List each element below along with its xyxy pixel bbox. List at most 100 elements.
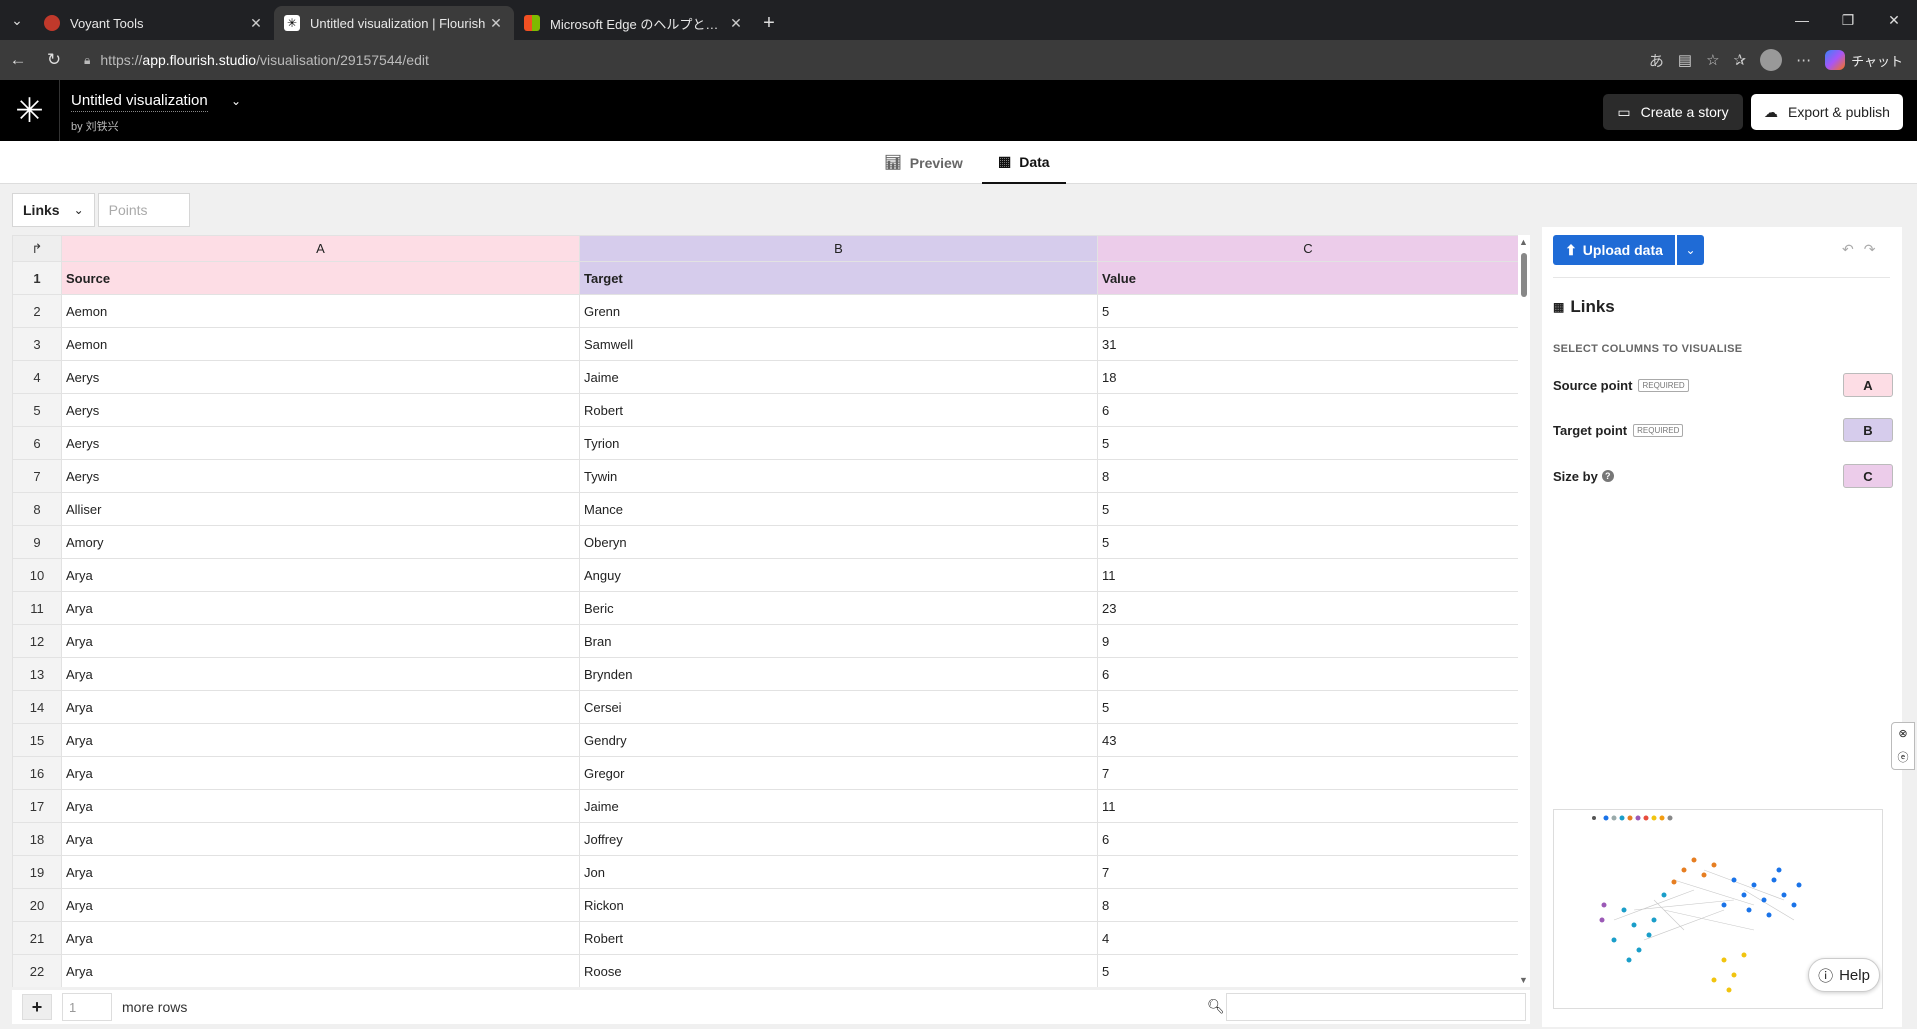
cell-source[interactable]: Source xyxy=(61,261,580,295)
grid-scrollbar[interactable]: ▲ ▼ xyxy=(1518,235,1530,987)
restore-icon[interactable]: ❐ xyxy=(1825,0,1871,40)
close-tab-icon[interactable]: ✕ xyxy=(728,15,744,32)
cell-target[interactable]: Cersei xyxy=(579,690,1098,724)
tab-preview[interactable]: 📊︎ Preview xyxy=(884,141,963,184)
help-button[interactable]: ⓘ Help xyxy=(1808,958,1880,992)
close-tab-icon[interactable]: ✕ xyxy=(248,15,264,32)
scroll-down-icon[interactable]: ▼ xyxy=(1519,975,1528,985)
upload-options-chevron-icon[interactable]: ⌄ xyxy=(1677,235,1704,265)
cell-value[interactable]: 9 xyxy=(1097,624,1519,658)
cell-source[interactable]: Aerys xyxy=(61,393,580,427)
cell-target[interactable]: Target xyxy=(579,261,1098,295)
row-number[interactable]: 9 xyxy=(12,525,62,559)
close-tab-icon[interactable]: ✕ xyxy=(488,15,504,32)
browser-tab-flourish[interactable]: ✳ Untitled visualization | Flourish ✕ xyxy=(274,6,514,40)
browser-tab-voyant[interactable]: Voyant Tools ✕ xyxy=(34,6,274,40)
sheet-tab-points[interactable]: Points xyxy=(97,193,190,227)
row-number[interactable]: 10 xyxy=(12,558,62,592)
refresh-icon[interactable]: ↻ xyxy=(36,40,72,80)
cell-target[interactable]: Samwell xyxy=(579,327,1098,361)
row-number[interactable]: 20 xyxy=(12,888,62,922)
cell-value[interactable]: 6 xyxy=(1097,393,1519,427)
row-number[interactable]: 14 xyxy=(12,690,62,724)
scroll-up-icon[interactable]: ▲ xyxy=(1519,237,1528,247)
cell-source[interactable]: Arya xyxy=(61,888,580,922)
export-publish-button[interactable]: ☁ Export & publish xyxy=(1751,94,1903,130)
cell-target[interactable]: Jon xyxy=(579,855,1098,889)
close-sidebar-icon[interactable]: ⊗ xyxy=(1898,727,1907,740)
redo-icon[interactable]: ↷ xyxy=(1864,241,1876,258)
row-number[interactable]: 16 xyxy=(12,756,62,790)
sidebar-e-icon[interactable]: ⓔ xyxy=(1898,749,1909,765)
cell-target[interactable]: Robert xyxy=(579,921,1098,955)
close-window-icon[interactable]: ✕ xyxy=(1871,0,1917,40)
row-number[interactable]: 17 xyxy=(12,789,62,823)
row-number[interactable]: 1 xyxy=(12,261,62,295)
visualization-title[interactable]: Untitled visualization xyxy=(71,92,208,112)
edge-sidebar-toggle[interactable]: ⊗ ⓔ xyxy=(1891,722,1915,770)
row-number[interactable]: 8 xyxy=(12,492,62,526)
back-arrow-icon[interactable]: ← xyxy=(0,40,36,80)
add-rows-button[interactable]: + xyxy=(22,994,52,1020)
cell-target[interactable]: Brynden xyxy=(579,657,1098,691)
cell-value[interactable]: 8 xyxy=(1097,459,1519,493)
row-number[interactable]: 15 xyxy=(12,723,62,757)
cell-value[interactable]: 23 xyxy=(1097,591,1519,625)
cell-source[interactable]: Arya xyxy=(61,789,580,823)
cell-value[interactable]: 31 xyxy=(1097,327,1519,361)
column-header-a[interactable]: A xyxy=(61,235,580,262)
cell-target[interactable]: Bran xyxy=(579,624,1098,658)
cell-value[interactable]: 6 xyxy=(1097,657,1519,691)
cell-value[interactable]: 11 xyxy=(1097,789,1519,823)
cell-source[interactable]: Arya xyxy=(61,657,580,691)
cell-value[interactable]: 5 xyxy=(1097,525,1519,559)
cell-value[interactable]: 5 xyxy=(1097,426,1519,460)
cell-value[interactable]: Value xyxy=(1097,261,1519,295)
undo-icon[interactable]: ↶ xyxy=(1842,241,1854,258)
cell-source[interactable]: Aerys xyxy=(61,459,580,493)
new-tab-plus-icon[interactable]: + xyxy=(754,6,784,40)
profile-avatar-icon[interactable] xyxy=(1760,49,1783,71)
cell-value[interactable]: 7 xyxy=(1097,756,1519,790)
reading-view-icon[interactable]: ▤ xyxy=(1678,51,1692,69)
cell-source[interactable]: Aemon xyxy=(61,327,580,361)
title-chevron-down-icon[interactable]: ⌄ xyxy=(231,94,241,108)
cell-value[interactable]: 5 xyxy=(1097,954,1519,987)
grid-corner-icon[interactable]: ↱ xyxy=(12,235,62,262)
column-header-b[interactable]: B xyxy=(579,235,1098,262)
cell-target[interactable]: Roose xyxy=(579,954,1098,987)
cell-source[interactable]: Amory xyxy=(61,525,580,559)
row-number[interactable]: 21 xyxy=(12,921,62,955)
row-number[interactable]: 7 xyxy=(12,459,62,493)
cell-target[interactable]: Joffrey xyxy=(579,822,1098,856)
row-number[interactable]: 22 xyxy=(12,954,62,987)
cell-target[interactable]: Rickon xyxy=(579,888,1098,922)
row-number[interactable]: 19 xyxy=(12,855,62,889)
cell-target[interactable]: Jaime xyxy=(579,360,1098,394)
row-number[interactable]: 18 xyxy=(12,822,62,856)
cell-target[interactable]: Robert xyxy=(579,393,1098,427)
cell-target[interactable]: Oberyn xyxy=(579,525,1098,559)
search-input[interactable] xyxy=(1226,993,1526,1021)
favorites-list-icon[interactable]: ✰ xyxy=(1734,51,1747,69)
cell-source[interactable]: Arya xyxy=(61,591,580,625)
cell-target[interactable]: Tyrion xyxy=(579,426,1098,460)
minimize-icon[interactable]: — xyxy=(1779,0,1825,40)
cell-source[interactable]: Arya xyxy=(61,756,580,790)
row-count-input[interactable]: 1 xyxy=(62,993,112,1021)
row-number[interactable]: 3 xyxy=(12,327,62,361)
cell-source[interactable]: Arya xyxy=(61,822,580,856)
more-menu-icon[interactable]: ⋯ xyxy=(1796,51,1811,69)
upload-data-button[interactable]: ⬆ Upload data xyxy=(1553,235,1675,265)
cell-source[interactable]: Arya xyxy=(61,921,580,955)
row-number[interactable]: 4 xyxy=(12,360,62,394)
column-header-c[interactable]: C xyxy=(1097,235,1519,262)
row-number[interactable]: 12 xyxy=(12,624,62,658)
url-field[interactable]: 🔒︎ https://app.flourish.studio/visualisa… xyxy=(72,45,1622,75)
cell-value[interactable]: 5 xyxy=(1097,492,1519,526)
tab-actions-chevron-icon[interactable]: ⌄ xyxy=(0,0,34,40)
cell-target[interactable]: Jaime xyxy=(579,789,1098,823)
cell-source[interactable]: Arya xyxy=(61,954,580,987)
cell-value[interactable]: 7 xyxy=(1097,855,1519,889)
cell-source[interactable]: Arya xyxy=(61,855,580,889)
